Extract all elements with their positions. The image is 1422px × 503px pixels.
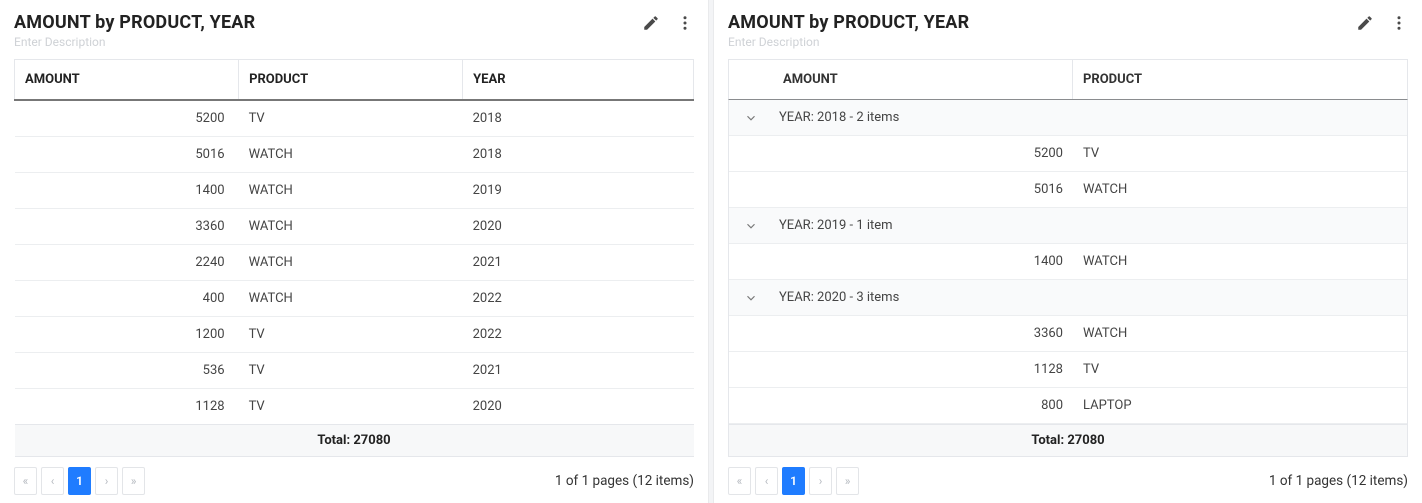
grouped-table-header: AMOUNT PRODUCT [728, 59, 1408, 100]
table-row[interactable]: 3360WATCH [729, 316, 1407, 352]
flat-table-panel: AMOUNT by PRODUCT, YEAR Enter Descriptio… [0, 0, 708, 503]
cell-amount: 1400 [773, 244, 1073, 279]
cell-year: 2019 [463, 173, 694, 209]
col-header-year[interactable]: YEAR [463, 60, 694, 101]
page-last-button[interactable]: » [836, 467, 859, 495]
pager-info: 1 of 1 pages (12 items) [555, 473, 694, 489]
cell-product: WATCH [239, 281, 463, 317]
edit-icon[interactable] [1356, 14, 1374, 32]
more-vert-icon[interactable] [676, 14, 694, 32]
table-row[interactable]: 2240WATCH2021 [15, 245, 694, 281]
cell-product: WATCH [1073, 172, 1407, 207]
group-header-row[interactable]: YEAR: 2018 - 2 items [729, 100, 1407, 136]
total-cell: Total: 27080 [729, 424, 1407, 456]
cell-amount: 1400 [15, 173, 239, 209]
table-row[interactable]: 1128TV [729, 352, 1407, 388]
flat-table: AMOUNT PRODUCT YEAR 5200TV20185016WATCH2… [14, 59, 694, 457]
page-last-button[interactable]: » [122, 467, 145, 495]
page-prev-button[interactable]: ‹ [41, 467, 64, 495]
grouped-table-body: YEAR: 2018 - 2 items5200TV5016WATCHYEAR:… [728, 100, 1408, 457]
table-row[interactable]: 1200TV2022 [15, 317, 694, 353]
cell-product: WATCH [1073, 316, 1407, 351]
table-row[interactable]: 1128TV2020 [15, 389, 694, 425]
table-row[interactable]: 1400WATCH2019 [15, 173, 694, 209]
page-number-button[interactable]: 1 [68, 467, 91, 495]
cell-product: WATCH [239, 173, 463, 209]
cell-amount: 5200 [15, 100, 239, 137]
cell-product: TV [239, 317, 463, 353]
page-number-button[interactable]: 1 [782, 467, 805, 495]
table-row[interactable]: 5200TV2018 [15, 100, 694, 137]
cell-product: WATCH [1073, 244, 1407, 279]
cell-product: WATCH [239, 245, 463, 281]
group-label: YEAR: 2018 - 2 items [773, 100, 1407, 135]
table-row[interactable]: 400WATCH2022 [15, 281, 694, 317]
group-header-row[interactable]: YEAR: 2020 - 3 items [729, 280, 1407, 316]
table-row[interactable]: 800LAPTOP [729, 388, 1407, 424]
cell-product: WATCH [239, 209, 463, 245]
col-header-product[interactable]: PRODUCT [239, 60, 463, 101]
page-first-button[interactable]: « [14, 467, 37, 495]
cell-product: WATCH [239, 137, 463, 173]
cell-amount: 5200 [773, 136, 1073, 171]
chevron-down-icon[interactable] [729, 101, 773, 135]
panel-title: AMOUNT by PRODUCT, YEAR [728, 12, 969, 33]
cell-year: 2022 [463, 317, 694, 353]
cell-amount: 1128 [15, 389, 239, 425]
cell-product: TV [1073, 136, 1407, 171]
cell-product: TV [239, 100, 463, 137]
cell-product: TV [1073, 352, 1407, 387]
cell-product: LAPTOP [1073, 388, 1407, 423]
table-row[interactable]: 5016WATCH2018 [15, 137, 694, 173]
cell-amount: 800 [773, 388, 1073, 423]
edit-icon[interactable] [642, 14, 660, 32]
page-next-button[interactable]: › [95, 467, 118, 495]
chevron-down-icon[interactable] [729, 209, 773, 243]
page-prev-button[interactable]: ‹ [755, 467, 778, 495]
grouped-table-panel: AMOUNT by PRODUCT, YEAR Enter Descriptio… [714, 0, 1422, 503]
cell-amount: 3360 [15, 209, 239, 245]
col-header-product[interactable]: PRODUCT [1073, 60, 1407, 99]
panel-description-placeholder[interactable]: Enter Description [728, 35, 969, 49]
pager-info: 1 of 1 pages (12 items) [1269, 473, 1408, 489]
cell-amount: 536 [15, 353, 239, 389]
table-row[interactable]: 1400WATCH [729, 244, 1407, 280]
total-cell: Total: 27080 [15, 425, 694, 457]
more-vert-icon[interactable] [1390, 14, 1408, 32]
chevron-down-icon[interactable] [729, 281, 773, 315]
cell-year: 2021 [463, 245, 694, 281]
cell-year: 2018 [463, 100, 694, 137]
cell-amount: 5016 [773, 172, 1073, 207]
cell-year: 2018 [463, 137, 694, 173]
table-row[interactable]: 5016WATCH [729, 172, 1407, 208]
panel-title: AMOUNT by PRODUCT, YEAR [14, 12, 255, 33]
group-label: YEAR: 2019 - 1 item [773, 208, 1407, 243]
cell-amount: 400 [15, 281, 239, 317]
cell-amount: 1200 [15, 317, 239, 353]
cell-amount: 5016 [15, 137, 239, 173]
group-header-row[interactable]: YEAR: 2019 - 1 item [729, 208, 1407, 244]
table-row[interactable]: 5200TV [729, 136, 1407, 172]
table-row[interactable]: 536TV2021 [15, 353, 694, 389]
col-header-amount[interactable]: AMOUNT [773, 60, 1073, 99]
cell-amount: 2240 [15, 245, 239, 281]
cell-year: 2021 [463, 353, 694, 389]
cell-amount: 3360 [773, 316, 1073, 351]
page-next-button[interactable]: › [809, 467, 832, 495]
table-row[interactable]: 3360WATCH2020 [15, 209, 694, 245]
cell-year: 2020 [463, 209, 694, 245]
group-label: YEAR: 2020 - 3 items [773, 280, 1407, 315]
page-first-button[interactable]: « [728, 467, 751, 495]
cell-product: TV [239, 353, 463, 389]
cell-year: 2020 [463, 389, 694, 425]
panel-description-placeholder[interactable]: Enter Description [14, 35, 255, 49]
col-header-amount[interactable]: AMOUNT [15, 60, 239, 101]
cell-amount: 1128 [773, 352, 1073, 387]
cell-product: TV [239, 389, 463, 425]
cell-year: 2022 [463, 281, 694, 317]
